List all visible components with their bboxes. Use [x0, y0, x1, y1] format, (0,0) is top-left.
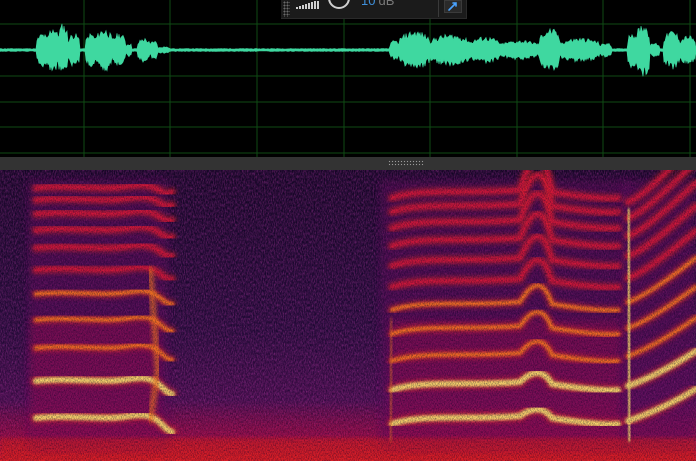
waveform-canvas[interactable]	[0, 0, 696, 157]
waveform-view[interactable]	[0, 0, 696, 157]
gain-unit: dB	[378, 0, 395, 8]
spectrogram-view[interactable]	[0, 170, 696, 461]
pin-button[interactable]	[444, 0, 462, 13]
gain-value-display[interactable]: 10 dB	[361, 0, 394, 8]
level-meter-icon	[296, 1, 319, 9]
hud-separator	[438, 0, 439, 17]
gain-value[interactable]: 10	[361, 0, 375, 8]
divider-grip-icon[interactable]	[388, 160, 424, 166]
drag-grip-icon[interactable]	[283, 1, 290, 17]
panel-divider[interactable]	[0, 157, 696, 170]
pin-icon	[448, 2, 457, 11]
audio-editor: 10 dB	[0, 0, 696, 461]
waveform-grid	[0, 0, 696, 157]
spectrogram-canvas[interactable]	[0, 170, 696, 461]
hud-gain-control[interactable]: 10 dB	[281, 0, 467, 19]
waveform-trace	[0, 23, 696, 77]
spectrogram-grain	[0, 170, 696, 461]
volume-knob-icon[interactable]	[328, 0, 350, 9]
